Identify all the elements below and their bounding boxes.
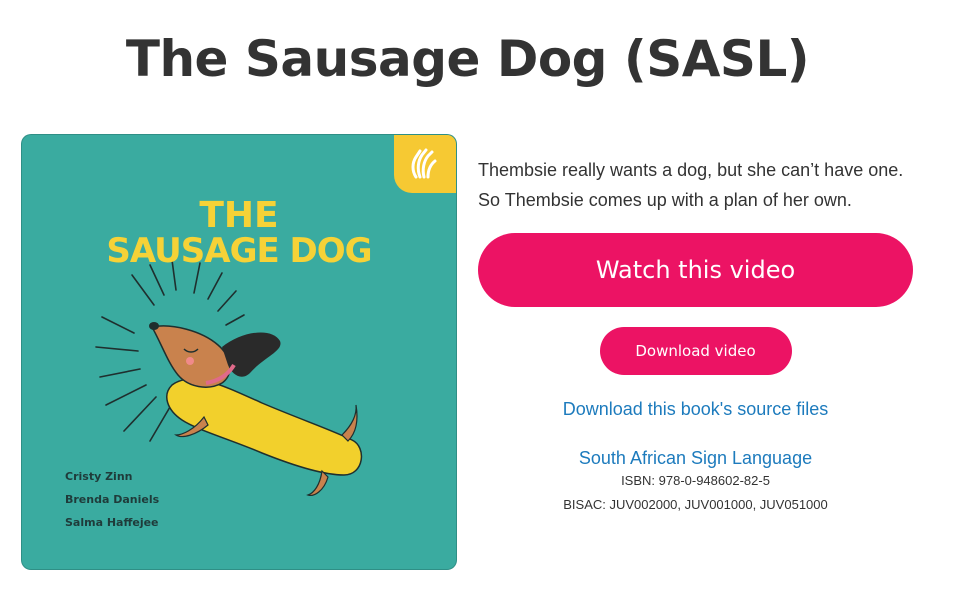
book-cover: THE SAUSAGE DOG Cristy Zinn Brenda Danie… bbox=[22, 135, 456, 569]
sign-language-hands-icon bbox=[411, 148, 437, 179]
description-line: Thembsie really wants a dog, but she can… bbox=[478, 160, 904, 180]
page-title: The Sausage Dog (SASL) bbox=[125, 30, 810, 88]
language-link[interactable]: South African Sign Language bbox=[478, 448, 913, 469]
cover-title-line1: THE bbox=[199, 195, 279, 236]
book-description: Thembsie really wants a dog, but she can… bbox=[478, 155, 913, 215]
watch-video-button[interactable]: Watch this video bbox=[478, 233, 913, 307]
cover-title-line2: SAUSAGE DOG bbox=[106, 231, 372, 271]
isbn-text: ISBN: 978-0-948602-82-5 bbox=[621, 473, 770, 488]
sign-language-badge bbox=[394, 135, 456, 193]
author-name: Brenda Daniels bbox=[65, 493, 160, 506]
author-name: Cristy Zinn bbox=[65, 470, 133, 483]
download-video-button[interactable]: Download video bbox=[599, 327, 792, 375]
bisac-text: BISAC: JUV002000, JUV001000, JUV051000 bbox=[563, 497, 828, 512]
cover-authors: Cristy Zinn Brenda Daniels Salma Haffeje… bbox=[65, 470, 159, 539]
download-source-files-link[interactable]: Download this book's source files bbox=[478, 399, 913, 420]
description-line: So Thembsie comes up with a plan of her … bbox=[478, 190, 852, 210]
author-name: Salma Haffejee bbox=[65, 516, 159, 529]
book-info-panel: Thembsie really wants a dog, but she can… bbox=[478, 155, 913, 517]
